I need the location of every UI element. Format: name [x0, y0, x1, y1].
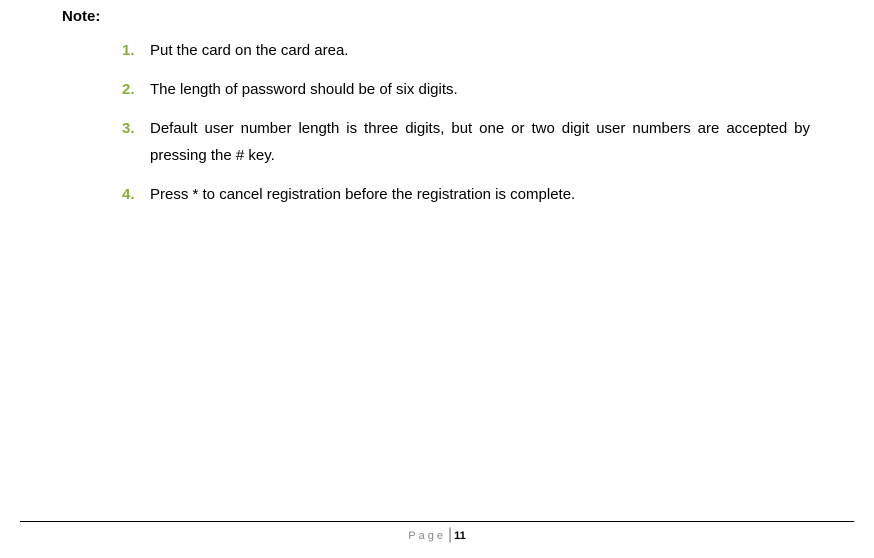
page-footer: Page|11	[20, 521, 854, 544]
note-list: 1. Put the card on the card area. 2. The…	[60, 37, 814, 208]
list-number: 2.	[122, 76, 150, 103]
list-item: 2. The length of password should be of s…	[122, 76, 814, 103]
footer-divider: |	[448, 526, 452, 543]
list-number: 1.	[122, 37, 150, 64]
list-text: Default user number length is three digi…	[150, 115, 810, 169]
list-number: 3.	[122, 115, 150, 169]
list-item: 4. Press * to cancel registration before…	[122, 181, 814, 208]
list-number: 4.	[122, 181, 150, 208]
list-item: 3. Default user number length is three d…	[122, 115, 814, 169]
footer-page-number: 11	[454, 530, 466, 542]
footer-label: Page	[408, 530, 446, 542]
list-text: The length of password should be of six …	[150, 76, 458, 103]
list-item: 1. Put the card on the card area.	[122, 37, 814, 64]
note-heading: Note:	[62, 8, 814, 25]
list-text: Put the card on the card area.	[150, 37, 348, 64]
list-text: Press * to cancel registration before th…	[150, 181, 575, 208]
